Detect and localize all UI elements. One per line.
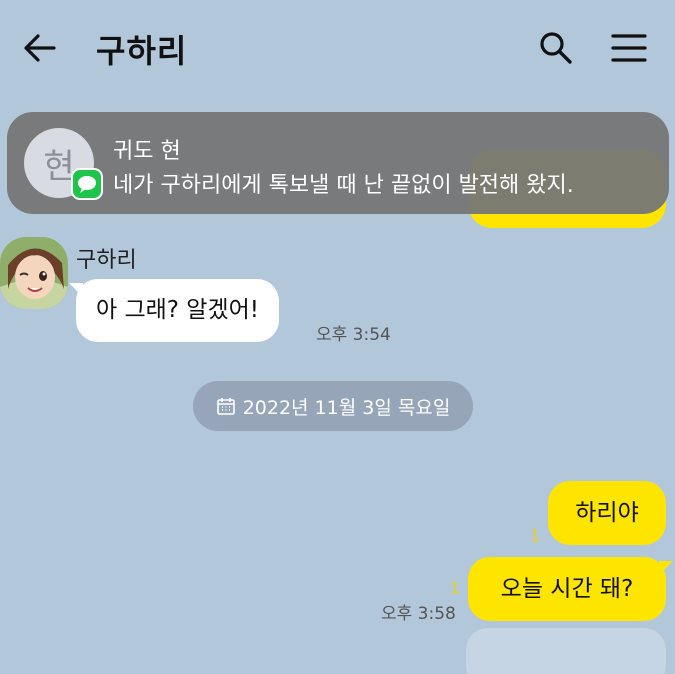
message-notification-banner[interactable]: 현 귀도 현 네가 구하리에게 톡보낼 때 난 끝없이 발전해 왔지. — [7, 112, 669, 214]
back-button[interactable] — [20, 28, 60, 68]
chat-title: 구하리 — [96, 32, 188, 70]
bottom-overlay — [466, 628, 666, 674]
friend-avatar[interactable] — [0, 237, 68, 309]
friend-name: 구하리 — [76, 248, 137, 273]
calendar-icon — [216, 398, 235, 415]
unread-count: 1 — [450, 578, 461, 597]
menu-button[interactable] — [608, 28, 650, 68]
date-label: 2022년 11월 3일 목요일 — [242, 396, 451, 419]
message-app-icon — [71, 168, 103, 200]
friend-message-bubble[interactable]: 아 그래? 알겠어! — [68, 279, 280, 342]
notification-message: 네가 구하리에게 톡보낼 때 난 끝없이 발전해 왔지. — [113, 173, 574, 198]
search-icon — [540, 32, 572, 64]
my-message-bubble[interactable]: 오늘 시간 돼? — [468, 557, 673, 621]
chat-header: 구하리 — [0, 0, 675, 95]
message-timestamp: 오후 3:54 — [316, 325, 391, 345]
search-button[interactable] — [536, 28, 576, 68]
hamburger-menu-icon — [611, 34, 647, 62]
my-message-bubble[interactable]: 하리야 — [548, 481, 666, 545]
arrow-left-icon — [24, 34, 56, 62]
unread-count: 1 — [530, 526, 541, 545]
date-divider: 2022년 11월 3일 목요일 — [193, 381, 473, 431]
message-timestamp: 오후 3:58 — [381, 604, 456, 624]
notification-sender: 귀도 현 — [113, 139, 181, 164]
